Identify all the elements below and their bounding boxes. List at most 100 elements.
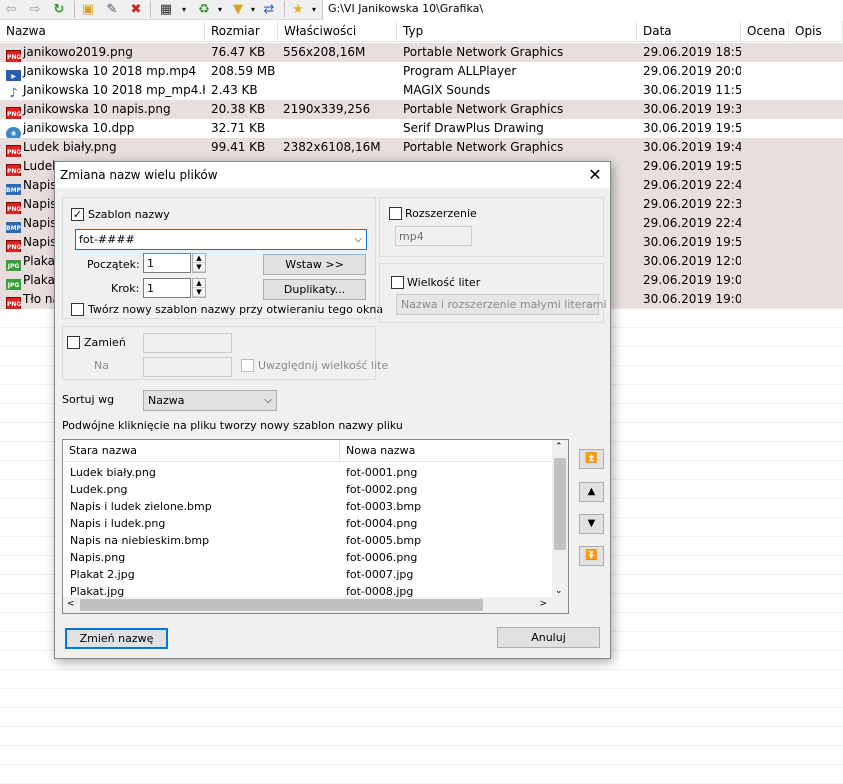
table-row[interactable]: ▶ Janikowska 10 2018 mp.mp4 208.59 MB Progr…: [0, 62, 843, 81]
back-arrow-icon[interactable]: ⇦: [3, 2, 19, 17]
column-header-old-name[interactable]: Stara nazwa: [63, 440, 340, 462]
new-folder-icon[interactable]: ▣: [80, 2, 96, 17]
replace-input[interactable]: [143, 333, 232, 353]
table-row[interactable]: ♪Janikowska 10 2018 mp_mp4.HDP 2.43 KB MAG…: [0, 81, 843, 100]
column-header-rating[interactable]: Ocena: [741, 21, 789, 42]
chevron-down-icon[interactable]: ⌵: [586, 295, 594, 314]
move-bottom-icon[interactable]: ⏬: [579, 546, 604, 566]
file-name-cell[interactable]: ◉ janikowska 10.dpp: [6, 119, 205, 138]
horizontal-scrollbar[interactable]: < >: [63, 597, 553, 613]
png-file-icon: PNG: [6, 164, 21, 176]
delete-icon[interactable]: ✖: [128, 2, 144, 17]
file-size-cell: 208.59 MB: [211, 64, 276, 78]
chevron-down-icon[interactable]: ⌵: [354, 230, 362, 249]
file-name-cell[interactable]: PNG janikowo2019.png: [6, 43, 205, 62]
horizontal-scroll-thumb[interactable]: [80, 599, 483, 611]
step-spinner[interactable]: ▲ ▼: [192, 278, 206, 298]
column-header-properties[interactable]: Właściwości: [278, 21, 397, 42]
refresh-icon[interactable]: ↻: [51, 2, 67, 17]
move-up-icon[interactable]: ▲: [579, 482, 604, 502]
cancel-button[interactable]: Anuluj: [497, 627, 600, 648]
chevron-down-icon[interactable]: ▾: [176, 2, 192, 17]
list-item[interactable]: Ludek biały.png fot-0001.png: [63, 464, 553, 481]
letter-case-checkbox[interactable]: [391, 276, 404, 289]
column-header-type[interactable]: Typ: [397, 21, 637, 42]
vertical-scroll-thumb[interactable]: [554, 458, 566, 550]
table-row[interactable]: PNG Ludek biały.png 99.41 KB 2382x6108,16M P…: [0, 138, 843, 157]
view-mode-icon[interactable]: ▦: [158, 2, 174, 17]
scroll-up-icon[interactable]: ⌃: [555, 442, 563, 452]
list-item[interactable]: Napis.png fot-0006.png: [63, 549, 553, 566]
dpp-file-icon: ◉: [6, 127, 21, 138]
create-template-on-open-checkbox[interactable]: [71, 303, 84, 316]
column-header-name[interactable]: Nazwa: [0, 21, 205, 42]
favorites-star-icon[interactable]: ★: [290, 2, 306, 17]
filter-icon[interactable]: ▼: [230, 2, 246, 17]
table-row[interactable]: ◉ janikowska 10.dpp 32.71 KB Serif DrawPlus…: [0, 119, 843, 138]
scroll-left-icon[interactable]: <: [67, 599, 75, 609]
duplicates-button[interactable]: Duplikaty...: [263, 279, 366, 300]
sort-select[interactable]: Nazwa ⌵: [143, 390, 277, 411]
compare-icon[interactable]: ⇄: [261, 2, 277, 17]
vertical-scrollbar[interactable]: ⌃ ⌄: [552, 440, 568, 598]
spin-up-icon[interactable]: ▲: [193, 254, 205, 263]
start-spinner[interactable]: ▲ ▼: [192, 253, 206, 273]
extension-checkbox[interactable]: [389, 207, 402, 220]
replace-checkbox[interactable]: [67, 336, 80, 349]
path-bar[interactable]: G:\VI Janikowska 10\Grafika\: [322, 0, 843, 20]
old-name: Napis.png: [70, 551, 126, 564]
file-type-cell: Serif DrawPlus Drawing: [403, 121, 544, 135]
list-item[interactable]: Napis i ludek.png fot-0004.png: [63, 515, 553, 532]
move-top-icon[interactable]: ⏫: [579, 449, 604, 469]
file-name-cell[interactable]: ♪Janikowska 10 2018 mp_mp4.HDP: [6, 81, 205, 100]
file-name-cell[interactable]: ▶ Janikowska 10 2018 mp.mp4: [6, 62, 205, 81]
rename-button[interactable]: Zmień nazwę: [65, 628, 168, 649]
name-template-input[interactable]: fot-#### ⌵: [75, 229, 367, 250]
move-down-icon[interactable]: ▼: [579, 514, 604, 534]
file-name: Napis: [23, 216, 57, 230]
column-header-size[interactable]: Rozmiar: [205, 21, 278, 42]
close-icon[interactable]: ✕: [582, 162, 608, 188]
column-header-date[interactable]: Data: [637, 21, 741, 42]
step-input[interactable]: 1: [143, 278, 191, 298]
file-props-cell: 2190x339,256: [283, 102, 371, 116]
file-date-cell: 30.06.2019 19:56: [643, 121, 741, 135]
spin-down-icon[interactable]: ▼: [193, 263, 205, 272]
extension-input[interactable]: mp4: [395, 226, 472, 246]
edit-icon[interactable]: ✎: [104, 2, 120, 17]
letter-case-select[interactable]: Nazwa i rozszerzenie małymi literami ⌵: [396, 294, 607, 315]
replace-with-input[interactable]: [143, 357, 232, 377]
grid-line: [0, 707, 843, 708]
chevron-down-icon[interactable]: ▾: [212, 2, 228, 17]
list-item[interactable]: Ludek.png fot-0002.png: [63, 481, 553, 498]
file-date-cell: 29.06.2019 22:40: [643, 178, 741, 192]
rename-dialog: Zmiana nazw wielu plików ✕ ✓ Szablon naz…: [54, 161, 611, 659]
rename-preview-list[interactable]: Stara nazwa Nowa nazwa Ludek biały.png fo…: [62, 439, 569, 614]
list-item[interactable]: Plakat 2.jpg fot-0007.jpg: [63, 566, 553, 583]
file-type-cell: Portable Network Graphics: [403, 102, 564, 116]
column-header-new-name[interactable]: Nowa nazwa: [340, 440, 553, 462]
spin-down-icon[interactable]: ▼: [193, 288, 205, 297]
spin-up-icon[interactable]: ▲: [193, 279, 205, 288]
table-row[interactable]: PNG janikowo2019.png 76.47 KB 556x208,16M Po…: [0, 43, 843, 62]
name-template-checkbox[interactable]: ✓: [71, 208, 84, 221]
letter-case-label: Wielkość liter: [407, 276, 481, 289]
table-row[interactable]: PNG Janikowska 10 napis.png 20.38 KB 2190x3…: [0, 100, 843, 119]
insert-button[interactable]: Wstaw >>: [263, 254, 366, 275]
file-props-cell: [283, 62, 395, 81]
sync-icon[interactable]: ♻: [196, 2, 212, 17]
list-item[interactable]: Napis na niebieskim.bmp fot-0005.bmp: [63, 532, 553, 549]
chevron-down-icon[interactable]: ▾: [245, 2, 261, 17]
scroll-right-icon[interactable]: >: [539, 599, 547, 609]
scroll-down-icon[interactable]: ⌄: [555, 586, 563, 596]
list-item[interactable]: Napis i ludek zielone.bmp fot-0003.bmp: [63, 498, 553, 515]
sort-value: Nazwa: [148, 394, 185, 407]
match-case-checkbox[interactable]: [241, 359, 254, 372]
start-input[interactable]: 1: [143, 253, 191, 273]
file-name-cell[interactable]: PNG Ludek biały.png: [6, 138, 205, 157]
forward-arrow-icon[interactable]: ⇨: [27, 2, 43, 17]
file-name-cell[interactable]: PNG Janikowska 10 napis.png: [6, 100, 205, 119]
chevron-down-icon[interactable]: ▾: [306, 2, 322, 17]
column-header-description[interactable]: Opis: [789, 21, 843, 42]
chevron-down-icon[interactable]: ⌵: [264, 391, 272, 410]
